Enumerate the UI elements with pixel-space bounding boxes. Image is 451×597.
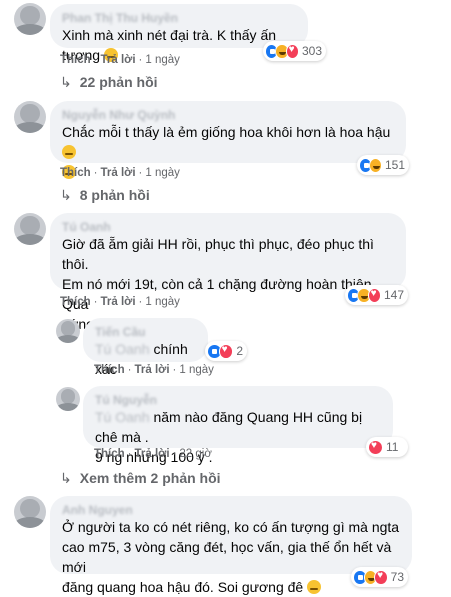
comment-bubble: Nguyễn Như Quỳnh Chắc mỗi t thấy là ẻm g… [50, 101, 406, 179]
commenter-name[interactable]: Tú Nguyễn [95, 393, 381, 407]
reply-link[interactable]: Trả lời [101, 296, 136, 308]
commenter-name[interactable]: Anh Nguyen [62, 503, 400, 517]
reply-link[interactable]: Trả lời [101, 167, 136, 179]
emoji-icon [307, 580, 322, 594]
like-link[interactable]: Thích [60, 54, 91, 66]
mention-link[interactable]: Tú Oanh [95, 341, 149, 357]
like-link[interactable]: Thích [60, 296, 91, 308]
comment-bubble: Anh Nguyen Ở người ta ko có nét riêng, k… [50, 496, 412, 595]
haha-reaction-icon [368, 157, 382, 173]
comment-time[interactable]: 22 giờ [179, 448, 211, 460]
avatar[interactable] [14, 213, 46, 245]
comment-actions: Thích · Trả lời · 22 giờ [94, 448, 212, 460]
comment-time[interactable]: 1 ngày [145, 167, 180, 179]
comment-time[interactable]: 1 ngày [145, 54, 180, 66]
like-link[interactable]: Thích [60, 167, 91, 179]
reaction-count: 11 [386, 440, 399, 454]
love-reaction-icon [368, 439, 383, 455]
like-link[interactable]: Thích [94, 448, 125, 460]
reaction-count: 303 [301, 44, 323, 58]
reply-link[interactable]: Trả lời [135, 448, 170, 460]
reaction-count: 2 [236, 344, 243, 358]
mention-link[interactable]: Tú Oanh [95, 409, 149, 425]
view-replies-link[interactable]: ↳ 22 phản hồi [60, 74, 158, 91]
comment-bubble: Tú Oanh Giờ đã ẵm giải HH rồi, phục thì … [50, 213, 406, 332]
love-reaction-icon [218, 343, 234, 359]
view-replies-link[interactable]: ↳ 8 phản hồi [60, 187, 150, 204]
reaction-count: 151 [384, 158, 405, 172]
avatar[interactable] [14, 101, 46, 133]
comment-text: Chắc mỗi t thấy là ẻm giống hoa khôi hơn… [62, 124, 391, 140]
commenter-name[interactable]: Tiến Cầu [95, 325, 196, 339]
comment-text: Ở người ta ko có nét riêng, ko có ấn tượ… [62, 519, 400, 595]
avatar[interactable] [56, 319, 80, 343]
comment-time[interactable]: 1 ngày [145, 296, 180, 308]
avatar[interactable] [14, 496, 46, 528]
comment-actions: Thích · Trả lời · 1 ngày [60, 54, 180, 66]
view-more-replies-link[interactable]: ↳ Xem thêm 2 phản hồi [60, 470, 221, 487]
reaction-summary[interactable]: 73 [351, 567, 408, 587]
reply-link[interactable]: Trả lời [101, 54, 136, 66]
comment-actions: Thích · Trả lời · 1 ngày [60, 167, 180, 179]
reply-arrow-icon: ↳ [60, 187, 72, 203]
reaction-count: 147 [383, 288, 405, 302]
reaction-summary[interactable]: 151 [357, 155, 409, 175]
love-reaction-icon [285, 43, 299, 59]
comment-actions: Thích · Trả lời · 1 ngày [60, 296, 180, 308]
like-link[interactable]: Thích [94, 364, 125, 376]
reply-bubble: Tiến Cầu Tú Oanh chính xác [83, 318, 208, 377]
reply-bubble: Tú Nguyễn Tú Oanh năm nào đăng Quang HH c… [83, 386, 393, 465]
reaction-summary[interactable]: 147 [345, 285, 408, 305]
comment-actions: Thích · Trả lời · 1 ngày [94, 364, 214, 376]
love-reaction-icon [374, 569, 388, 585]
reply-arrow-icon: ↳ [60, 470, 72, 486]
comment-time[interactable]: 1 ngày [179, 364, 214, 376]
avatar[interactable] [56, 387, 80, 411]
commenter-name[interactable]: Phan Thị Thu Huyền [62, 11, 296, 25]
reaction-summary[interactable]: 11 [366, 437, 408, 457]
commenter-name[interactable]: Nguyễn Như Quỳnh [62, 108, 394, 122]
reaction-summary[interactable]: 303 [263, 41, 326, 61]
avatar[interactable] [14, 3, 46, 35]
reaction-count: 73 [390, 570, 404, 584]
reaction-summary[interactable]: 2 [205, 341, 247, 361]
reply-arrow-icon: ↳ [60, 74, 72, 90]
commenter-name[interactable]: Tú Oanh [62, 220, 394, 234]
emoji-icon [62, 145, 76, 159]
reply-link[interactable]: Trả lời [135, 364, 170, 376]
love-reaction-icon [367, 287, 381, 303]
